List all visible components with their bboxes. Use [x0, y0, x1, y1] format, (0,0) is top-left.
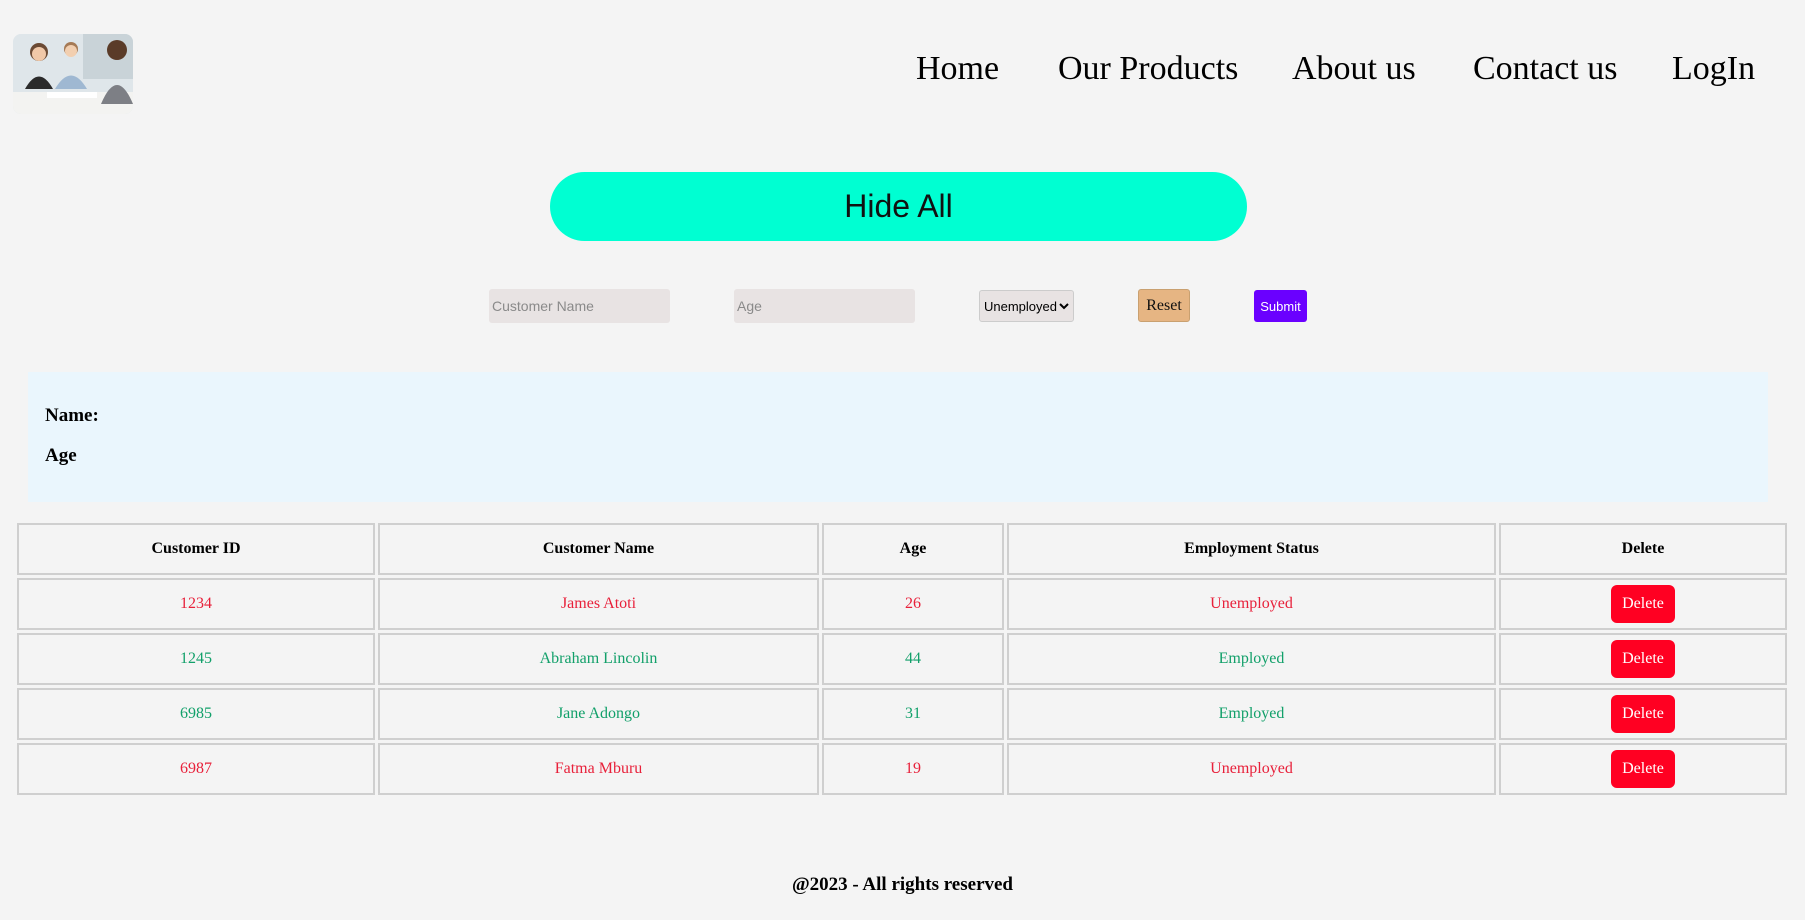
table-row: 6985 Jane Adongo 31 Employed Delete	[17, 688, 1787, 740]
table-header-row: Customer ID Customer Name Age Employment…	[17, 523, 1787, 575]
customer-name-input[interactable]	[489, 289, 670, 323]
header-customer-id: Customer ID	[17, 523, 375, 575]
cell-delete: Delete	[1499, 633, 1787, 685]
nav-our-products[interactable]: Our Products	[1058, 50, 1238, 88]
table-row: 6987 Fatma Mburu 19 Unemployed Delete	[17, 743, 1787, 795]
table-row: 1234 James Atoti 26 Unemployed Delete	[17, 578, 1787, 630]
delete-button[interactable]: Delete	[1611, 695, 1675, 733]
hide-all-button[interactable]: Hide All	[550, 172, 1247, 241]
cell-age: 44	[822, 633, 1004, 685]
nav-login[interactable]: LogIn	[1672, 50, 1755, 88]
info-name-label: Name:	[45, 405, 99, 426]
cell-age: 31	[822, 688, 1004, 740]
nav-about-us[interactable]: About us	[1292, 50, 1416, 88]
table-row: 1245 Abraham Lincolin 44 Employed Delete	[17, 633, 1787, 685]
header-customer-name: Customer Name	[378, 523, 819, 575]
cell-customer-id: 6987	[17, 743, 375, 795]
header-delete: Delete	[1499, 523, 1787, 575]
nav-home[interactable]: Home	[916, 50, 999, 88]
cell-employment-status: Employed	[1007, 688, 1496, 740]
team-photo-icon	[13, 34, 133, 114]
footer-copyright: @2023 - All rights reserved	[791, 874, 1013, 895]
delete-button[interactable]: Delete	[1611, 585, 1675, 623]
cell-customer-name: Abraham Lincolin	[378, 633, 819, 685]
cell-customer-id: 1245	[17, 633, 375, 685]
cell-delete: Delete	[1499, 743, 1787, 795]
cell-customer-name: James Atoti	[378, 578, 819, 630]
customers-table: Customer ID Customer Name Age Employment…	[14, 520, 1790, 798]
nav-contact-us[interactable]: Contact us	[1473, 50, 1617, 88]
company-logo	[13, 34, 133, 114]
cell-customer-id: 1234	[17, 578, 375, 630]
header-age: Age	[822, 523, 1004, 575]
delete-button[interactable]: Delete	[1611, 750, 1675, 788]
header-employment-status: Employment Status	[1007, 523, 1496, 575]
cell-customer-name: Fatma Mburu	[378, 743, 819, 795]
cell-employment-status: Unemployed	[1007, 578, 1496, 630]
info-age-label: Age	[45, 445, 77, 466]
age-input[interactable]	[734, 289, 915, 323]
cell-employment-status: Employed	[1007, 633, 1496, 685]
chevron-down-icon	[1059, 303, 1069, 310]
cell-age: 26	[822, 578, 1004, 630]
cell-customer-id: 6985	[17, 688, 375, 740]
customer-info-panel: Name: Age	[28, 372, 1768, 502]
cell-customer-name: Jane Adongo	[378, 688, 819, 740]
employment-status-select[interactable]: Unemployed	[979, 290, 1074, 322]
reset-button[interactable]: Reset	[1138, 289, 1190, 322]
employment-status-value: Unemployed	[984, 298, 1057, 314]
cell-employment-status: Unemployed	[1007, 743, 1496, 795]
cell-age: 19	[822, 743, 1004, 795]
cell-delete: Delete	[1499, 578, 1787, 630]
cell-delete: Delete	[1499, 688, 1787, 740]
delete-button[interactable]: Delete	[1611, 640, 1675, 678]
submit-button[interactable]: Submit	[1254, 290, 1307, 322]
